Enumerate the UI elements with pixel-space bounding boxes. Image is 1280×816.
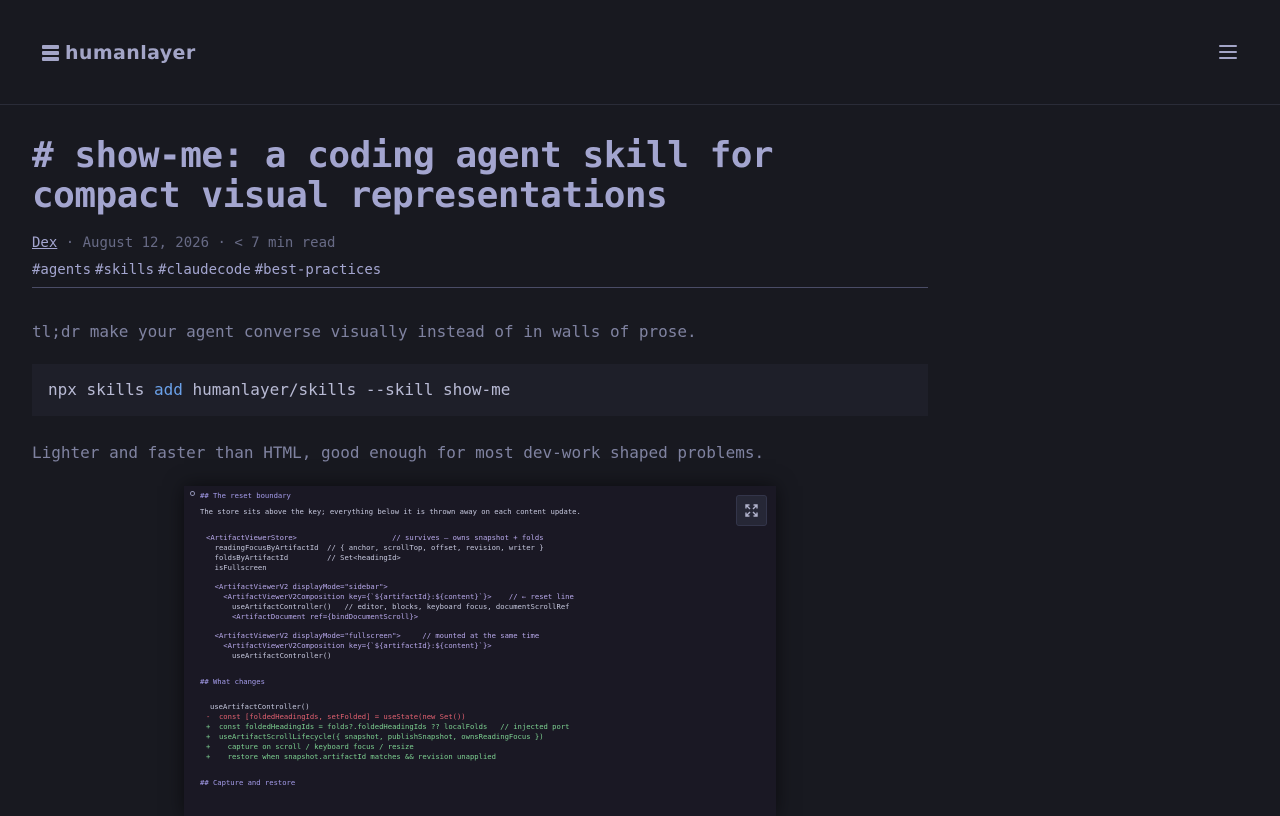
screenshot-added-line: + capture on scroll / keyboard focus / r… (206, 742, 414, 751)
tldr-text: tl;dr make your agent converse visually … (32, 322, 697, 341)
screenshot-code-line: useArtifactController() (210, 702, 310, 711)
bullet-icon (190, 491, 195, 496)
screenshot-code-line: readingFocusByArtifactId // { anchor, sc… (206, 543, 544, 552)
artifact-screenshot: ## The reset boundary The store sits abo… (184, 486, 776, 816)
screenshot-code-line: <ArtifactViewerStore> // survives — owns… (206, 533, 544, 542)
publish-date: August 12, 2026 (82, 235, 210, 251)
screenshot-added-line: + useArtifactScrollLifecycle({ snapshot,… (206, 732, 544, 741)
screenshot-heading: ## What changes (200, 677, 265, 686)
screenshot-code-line: <ArtifactViewerV2 displayMode="sidebar"> (206, 582, 388, 591)
screenshot-code-line: useArtifactController() (206, 651, 332, 660)
screenshot-code-line: <ArtifactViewerV2Composition key={`${art… (206, 641, 492, 650)
screenshot-added-line: + restore when snapshot.artifactId match… (206, 752, 496, 761)
tag-link[interactable]: #claudecode (158, 262, 251, 278)
logo-icon (42, 45, 59, 61)
page-title: # show-me: a coding agent skill for comp… (32, 135, 774, 216)
screenshot-code-line: <ArtifactViewerV2Composition key={`${art… (206, 592, 574, 601)
command-keyword: add (153, 380, 183, 399)
screenshot-heading: ## The reset boundary (200, 491, 291, 500)
meta-separator: · (65, 235, 83, 251)
screenshot-code-line: <ArtifactViewerV2 displayMode="fullscree… (206, 631, 540, 640)
read-time: < 7 min read (234, 235, 336, 251)
screenshot-code-line: <ArtifactDocument ref={bindDocumentScrol… (206, 612, 419, 621)
screenshot-added-line: + const foldedHeadingIds = folds?.folded… (206, 722, 570, 731)
command-suffix: humanlayer/skills --skill show-me (182, 380, 511, 399)
lighter-text: Lighter and faster than HTML, good enoug… (32, 443, 765, 462)
screenshot-code-line: useArtifactController() // editor, block… (206, 602, 570, 611)
install-command-block[interactable]: npx skills add humanlayer/skills --skill… (32, 364, 928, 416)
meta-separator: · (217, 235, 235, 251)
brand-name: humanlayer (65, 42, 196, 64)
screenshot-code-line: isFullscreen (206, 563, 267, 572)
tag-link[interactable]: #best-practices (255, 262, 381, 278)
article-meta: Dex · August 12, 2026 · < 7 min read (32, 234, 928, 252)
expand-icon[interactable] (736, 495, 767, 526)
command-prefix: npx skills (48, 380, 154, 399)
article: # show-me: a coding agent skill for comp… (32, 136, 928, 463)
tag-link[interactable]: #skills (95, 262, 154, 278)
site-header: humanlayer (0, 0, 1280, 105)
screenshot-code-line: foldsByArtifactId // Set<headingId> (206, 553, 401, 562)
author-link[interactable]: Dex (32, 235, 57, 251)
hamburger-menu-icon[interactable] (1216, 42, 1240, 62)
brand-logo[interactable]: humanlayer (42, 41, 196, 65)
tag-list: #agents #skills #claudecode #best-practices (32, 261, 928, 288)
screenshot-removed-line: - const [foldedHeadingIds, setFolded] = … (206, 712, 466, 721)
tag-link[interactable]: #agents (32, 262, 91, 278)
screenshot-line: The store sits above the key; everything… (200, 507, 581, 516)
screenshot-heading: ## Capture and restore (200, 778, 296, 787)
